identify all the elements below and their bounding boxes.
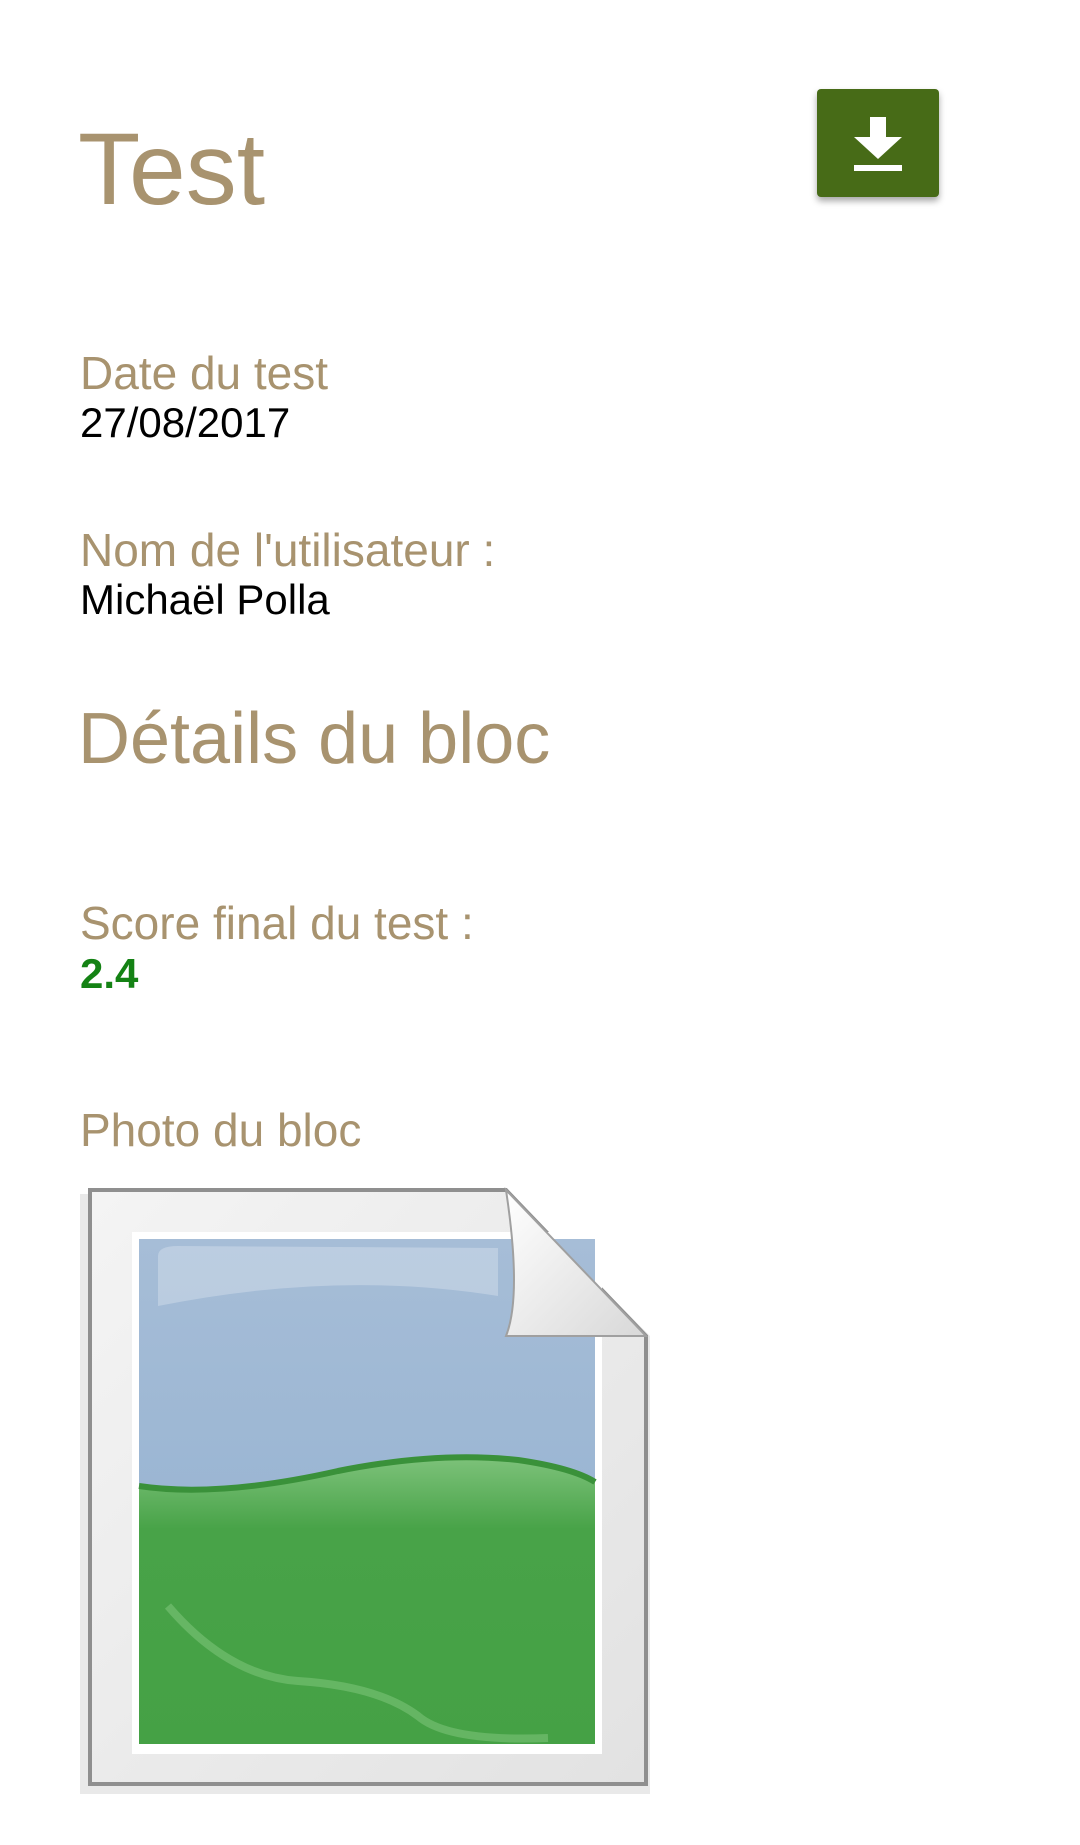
section-title: Détails du bloc	[78, 699, 551, 779]
user-name-value: Michaël Polla	[80, 576, 330, 623]
page-title: Test	[78, 112, 266, 226]
block-photo	[78, 1186, 650, 1806]
date-value: 27/08/2017	[80, 399, 291, 446]
image-placeholder-icon	[80, 1187, 650, 1794]
score-label: Score final du test :	[80, 897, 474, 949]
date-label: Date du test	[80, 347, 329, 399]
user-name-label: Nom de l'utilisateur :	[80, 524, 496, 576]
download-button[interactable]	[817, 89, 939, 197]
photo-label: Photo du bloc	[80, 1104, 362, 1156]
download-icon	[854, 117, 902, 171]
score-value: 2.4	[80, 950, 139, 997]
